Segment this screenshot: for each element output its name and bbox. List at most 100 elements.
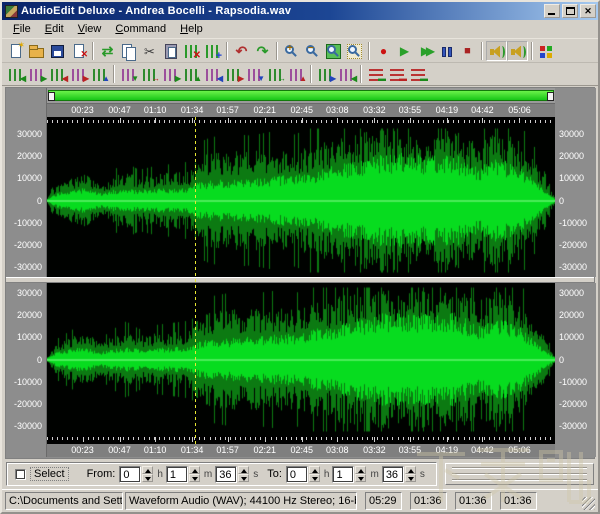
tick [235,120,236,123]
stop-button[interactable]: ■ [457,41,478,61]
to-seconds-stepper[interactable]: 36 [382,466,416,483]
close-button[interactable]: ✕ [580,4,596,18]
pause-button[interactable] [436,41,457,61]
compress-button[interactable]: ▶ [26,64,47,84]
open-file-icon [29,48,44,58]
spin-down-icon[interactable] [309,474,320,482]
spin-down-icon[interactable] [142,474,153,482]
zoom-out-button[interactable]: − [302,41,323,61]
play-button[interactable]: ▶ [394,41,415,61]
fade-out-button[interactable]: ▶ [68,64,89,84]
play-selection-button[interactable]: ▶▶ [415,41,436,61]
close-file-button[interactable]: ✕ [68,41,89,61]
menu-command[interactable]: Command [108,21,173,37]
cut-button[interactable]: ✂ [139,41,160,61]
playback-cursor[interactable] [195,117,196,444]
zoom-selection-button[interactable] [323,41,344,61]
spin-up-icon[interactable] [189,466,200,474]
major-tick [155,437,156,442]
to-seconds-value[interactable]: 36 [382,466,404,483]
spin-up-icon[interactable] [309,466,320,474]
echo-button[interactable]: ▶ [160,64,181,84]
cue-end-button[interactable]: ▬ [407,64,428,84]
equalizer-button[interactable]: ▲ [181,64,202,84]
tick [453,437,454,440]
from-seconds-value[interactable]: 36 [215,466,237,483]
selection-overview-bar[interactable] [48,90,554,101]
insert-silence-button[interactable]: ▶ [315,64,336,84]
zoom-all-button[interactable] [344,41,365,61]
tick [93,437,94,440]
spin-down-icon[interactable] [189,474,200,482]
menu-edit[interactable]: Edit [38,21,71,37]
tick [57,120,58,123]
selection-handle-left[interactable] [48,92,55,101]
spin-up-icon[interactable] [142,466,153,474]
record-button[interactable]: ● [373,41,394,61]
title-bar[interactable]: AudioEdit Deluxe - Andrea Bocelli - Raps… [2,2,598,20]
delete-button[interactable]: ✕ [181,41,202,61]
from-seconds-stepper[interactable]: 36 [215,466,249,483]
spin-down-icon[interactable] [355,474,366,482]
select-checkbox[interactable] [15,469,26,480]
menu-help[interactable]: Help [173,21,210,37]
trim-button[interactable]: + [202,41,223,61]
major-tick [302,437,303,442]
waveform-right-channel[interactable] [47,283,555,436]
spin-down-icon[interactable] [405,474,416,482]
left-channel-button[interactable] [486,41,507,61]
tick [316,437,317,440]
zoom-in-button[interactable]: + [281,41,302,61]
from-hours-value[interactable]: 0 [119,466,141,483]
stretch-button[interactable]: ↔ [265,64,286,84]
tick [453,120,454,123]
from-minutes-value[interactable]: 1 [166,466,188,483]
batch-settings-button[interactable] [536,41,557,61]
paste-button[interactable] [160,41,181,61]
filter-button[interactable]: ◀ [202,64,223,84]
to-minutes-value[interactable]: 1 [332,466,354,483]
tick [326,120,327,123]
open-file-button[interactable] [26,41,47,61]
waveform-left-channel[interactable] [47,124,555,277]
revert-button[interactable]: ⇄ [97,41,118,61]
fade-in-button[interactable]: ◀ [47,64,68,84]
spin-up-icon[interactable] [355,466,366,474]
to-hours-value[interactable]: 0 [286,466,308,483]
resize-grip[interactable] [582,497,595,510]
spin-up-icon[interactable] [238,466,249,474]
from-hours-stepper[interactable]: 0 [119,466,153,483]
spin-down-icon[interactable] [238,474,249,482]
amplify-button[interactable]: ◀ [5,64,26,84]
new-file-button[interactable]: ✶ [5,41,26,61]
tick [403,437,404,440]
flange-button[interactable]: ▶ [223,64,244,84]
reverse-button[interactable]: ↔ [139,64,160,84]
reverse-icon: ↔ [152,74,160,83]
pitch-shift-button[interactable]: ▲ [286,64,307,84]
normalize-button[interactable]: ▲ [89,64,110,84]
copy-button[interactable] [118,41,139,61]
menu-view[interactable]: View [71,21,109,37]
menu-file[interactable]: File [6,21,38,37]
cue-list-button[interactable]: ▬ [386,64,407,84]
spin-up-icon[interactable] [405,466,416,474]
minimize-button[interactable] [544,4,560,18]
selection-overview-track[interactable] [47,88,555,104]
to-hours-stepper[interactable]: 0 [286,466,320,483]
undo-button[interactable]: ↶ [231,41,252,61]
to-minutes-stepper[interactable]: 1 [332,466,366,483]
trim-silence-button[interactable]: ◀ [336,64,357,84]
from-minutes-stepper[interactable]: 1 [166,466,200,483]
amplitude-label: -20000 [14,240,42,250]
vibrato-button[interactable]: ▼ [244,64,265,84]
right-channel-button[interactable] [507,41,528,61]
invert-button[interactable]: ▼ [118,64,139,84]
maximize-button[interactable] [562,4,578,18]
minutes-unit-label: m [204,469,212,480]
select-label[interactable]: Select [30,467,69,481]
save-file-button[interactable] [47,41,68,61]
redo-button[interactable]: ↷ [252,41,273,61]
selection-handle-right[interactable] [547,92,554,101]
cue-start-button[interactable]: ▬ [365,64,386,84]
